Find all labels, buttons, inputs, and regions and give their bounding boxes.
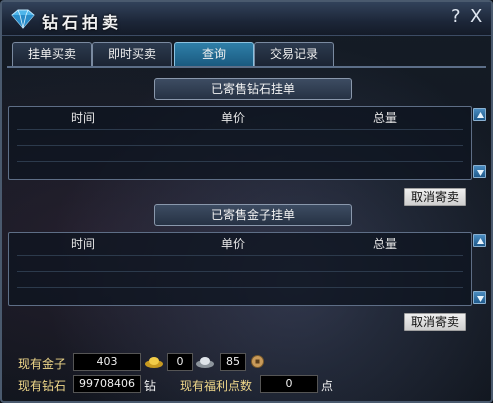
gold-amount-field: 403 [73,353,141,371]
diamond-scroll-down-button[interactable] [473,165,486,178]
column-time: 时间 [71,111,96,125]
gold-ingot-icon [145,357,163,368]
window-title: 钻石拍卖 [42,13,123,32]
arrow-down-icon [477,170,484,176]
diamond-label: 现有钻石 [18,379,67,393]
arrow-up-icon [477,238,484,244]
gold-listing-table[interactable]: 时间 单价 总量 [8,232,472,306]
tab-query[interactable]: 查询 [174,42,254,66]
diamond-icon [11,9,35,29]
tab-trade-history[interactable]: 交易记录 [254,42,334,66]
arrow-up-icon [477,112,484,118]
arrow-down-icon [477,296,484,302]
column-unit-price: 单价 [221,237,246,251]
cancel-diamond-consignment-button[interactable]: 取消寄卖 [404,188,466,206]
tab-divider [7,66,486,68]
diamond-listing-title: 已寄售钻石挂单 [154,78,352,100]
table-row [17,287,463,288]
diamond-unit: 钻 [144,379,157,393]
diamond-scroll-up-button[interactable] [473,108,486,121]
close-button[interactable]: X [470,6,482,27]
column-time: 时间 [71,237,96,251]
table-row [17,255,463,256]
gold-label: 现有金子 [18,357,67,371]
column-total: 总量 [373,111,398,125]
cancel-gold-consignment-button[interactable]: 取消寄卖 [404,313,466,331]
table-row [17,145,463,146]
diamond-auction-window: 钻石拍卖 ? X 挂单买卖 即时买卖 查询 交易记录 已寄售钻石挂单 时间 单价… [0,0,493,403]
diamond-listing-table[interactable]: 时间 单价 总量 [8,106,472,180]
gold-listing-header: 时间 单价 总量 [9,235,471,251]
gold-scroll-down-button[interactable] [473,291,486,304]
points-unit: 点 [321,379,334,393]
copper-coin-icon [251,355,264,368]
silver-amount-field: 0 [167,353,193,371]
gold-listing-title: 已寄售金子挂单 [154,204,352,226]
copper-amount-field: 85 [220,353,246,371]
diamond-amount-field: 99708406 [73,375,141,393]
gold-scroll-up-button[interactable] [473,234,486,247]
column-total: 总量 [373,237,398,251]
diamond-listing-header: 时间 单价 总量 [9,109,471,125]
help-button[interactable]: ? [451,6,461,27]
table-row [17,161,463,162]
silver-ingot-icon [196,357,214,368]
tab-place-order[interactable]: 挂单买卖 [12,42,92,66]
table-row [17,129,463,130]
welfare-points-field: 0 [260,375,318,393]
table-row [17,271,463,272]
tab-instant-trade[interactable]: 即时买卖 [92,42,172,66]
column-unit-price: 单价 [221,111,246,125]
title-bar[interactable]: 钻石拍卖 ? X [2,2,491,36]
welfare-points-label: 现有福利点数 [180,379,253,393]
